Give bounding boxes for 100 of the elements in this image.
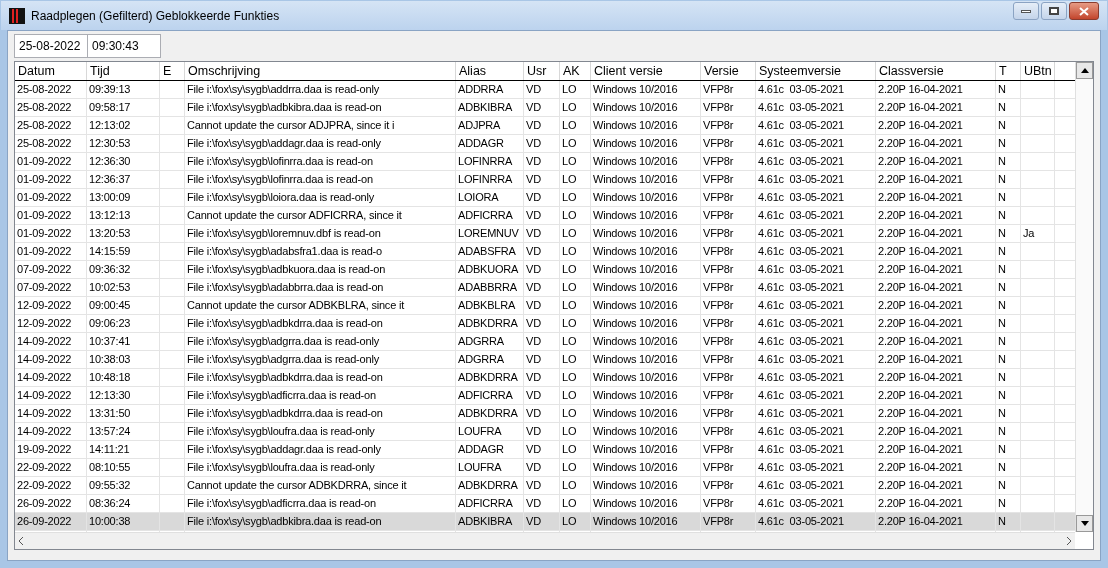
table-row[interactable]: 22-09-2022 09:55:32 Cannot update the cursor ADBKDRRA, since it ADBKDRRA VD LO Windows 10/2016 VFP8r 4.61c 03-05-2021 2.20P 16-04-2021 N [15, 477, 1075, 495]
table-cell-text: 12:30:53 [89, 136, 131, 152]
table-cell-text: 2.20P 16-04-2021 [878, 100, 963, 116]
column-header[interactable]: Alias [456, 62, 524, 80]
table-row[interactable]: 25-08-2022 12:13:02 Cannot update the cursor ADJPRA, since it i ADJPRA VD LO Windows 10/2016 VFP8r 4.61c 03-05-2021 2.20P 16-04-2021 N [15, 117, 1075, 135]
table-cell-text: VFP8r [703, 496, 734, 512]
table-cell-text: Windows 10/2016 [593, 82, 678, 98]
column-header[interactable]: UBtn [1021, 62, 1055, 80]
table-row[interactable]: 14-09-2022 10:38:03 File i:\fox\sy\sygb\adgrra.daa is read-only ADGRRA VD LO Windows 10/2016 VFP8r 4.61c 03-05-2021 2.20P 16-04-2021 N [15, 351, 1075, 369]
table-cell-text: N [998, 244, 1006, 260]
close-button[interactable] [1069, 2, 1099, 20]
table-cell-text: 2.20P 16-04-2021 [878, 280, 963, 296]
table-cell-text: 4.61c 03-05-2021 [758, 388, 844, 404]
table-row[interactable]: 25-08-2022 12:30:53 File i:\fox\sy\sygb\addagr.daa is read-only ADDAGR VD LO Windows 10/2016 VFP8r 4.61c 03-05-2021 2.20P 16-04-2021 N [15, 135, 1075, 153]
table-cell-text: 2.20P 16-04-2021 [878, 496, 963, 512]
table-row[interactable]: 07-09-2022 10:02:53 File i:\fox\sy\sygb\adabbrra.daa is read-on ADABBRRA VD LO Windows 10/2016 VFP8r 4.61c 03-05-2021 2.20P 16-04-2021 N [15, 279, 1075, 297]
minimize-button[interactable] [1013, 2, 1039, 20]
table-cell-text: 01-09-2022 [17, 154, 72, 170]
table-cell-text: N [998, 136, 1006, 152]
table-cell-text: N [998, 496, 1006, 512]
table-cell-text: 01-09-2022 [17, 172, 72, 188]
table-cell-text: VFP8r [703, 154, 734, 170]
table-cell-text: Cannot update the cursor ADJPRA, since it i [187, 118, 395, 134]
table-row[interactable]: 25-08-2022 09:39:13 File i:\fox\sy\sygb\addrra.daa is read-only ADDRRA VD LO Windows 10/2016 VFP8r 4.61c 03-05-2021 2.20P 16-04-2021 N [15, 81, 1075, 99]
table-row[interactable]: 07-09-2022 09:36:32 File i:\fox\sy\sygb\adbkuora.daa is read-on ADBKUORA VD LO Windows 10/2016 VFP8r 4.61c 03-05-2021 2.20P 16-04-2021 N [15, 261, 1075, 279]
table-cell-text: Windows 10/2016 [593, 496, 678, 512]
table-row[interactable]: 01-09-2022 13:12:13 Cannot update the cursor ADFICRRA, since it ADFICRRA VD LO Windows 10/2016 VFP8r 4.61c 03-05-2021 2.20P 16-04-2021 N [15, 207, 1075, 225]
column-header[interactable]: Usr [524, 62, 560, 80]
table-row[interactable]: 01-09-2022 12:36:37 File i:\fox\sy\sygb\lofinrra.daa is read-on LOFINRRA VD LO Windows 10/2016 VFP8r 4.61c 03-05-2021 2.20P 16-04-2021 N [15, 171, 1075, 189]
table-cell-text: Windows 10/2016 [593, 316, 678, 332]
table-cell-text: LO [562, 226, 577, 242]
table-cell-text: File i:\fox\sy\sygb\adbkuora.daa is read-on [187, 262, 386, 278]
column-header[interactable]: Systeemversie [756, 62, 876, 80]
table-cell-text: VD [526, 226, 541, 242]
scroll-left-icon [19, 537, 24, 545]
table-cell-text: LO [562, 280, 577, 296]
maximize-button[interactable] [1041, 2, 1067, 20]
table-cell-text: 4.61c 03-05-2021 [758, 316, 844, 332]
table-cell-text: Windows 10/2016 [593, 388, 678, 404]
table-cell-text: Windows 10/2016 [593, 190, 678, 206]
table-cell-text: 2.20P 16-04-2021 [878, 334, 963, 350]
column-header[interactable]: Omschrijving [185, 62, 456, 80]
table-row[interactable]: 01-09-2022 12:36:30 File i:\fox\sy\sygb\lofinrra.daa is read-on LOFINRRA VD LO Windows 10/2016 VFP8r 4.61c 03-05-2021 2.20P 16-04-2021 N [15, 153, 1075, 171]
table-cell-text: LO [562, 460, 577, 476]
table-cell-text: 2.20P 16-04-2021 [878, 352, 963, 368]
table-cell-text: File i:\fox\sy\sygb\adabsfra1.daa is read-o [187, 244, 382, 260]
table-cell-text: 4.61c 03-05-2021 [758, 262, 844, 278]
table-row[interactable]: 22-09-2022 08:10:55 File i:\fox\sy\sygb\loufra.daa is read-only LOUFRA VD LO Windows 10/2016 VFP8r 4.61c 03-05-2021 2.20P 16-04-2021 N [15, 459, 1075, 477]
window-title: Raadplegen (Gefilterd) Geblokkeerde Funkties [31, 7, 280, 25]
table-cell-text: 4.61c 03-05-2021 [758, 460, 844, 476]
table-cell-text: VFP8r [703, 478, 734, 494]
table-cell-text: 4.61c 03-05-2021 [758, 406, 844, 422]
column-header[interactable]: Versie [701, 62, 756, 80]
column-header[interactable]: T [996, 62, 1021, 80]
table-cell-text: LOIORA [458, 190, 499, 206]
vertical-scrollbar[interactable] [1075, 62, 1093, 532]
table-row[interactable]: 12-09-2022 09:00:45 Cannot update the cursor ADBKBLRA, since it ADBKBLRA VD LO Windows 10/2016 VFP8r 4.61c 03-05-2021 2.20P 16-04-2021 N [15, 297, 1075, 315]
close-icon [1079, 6, 1089, 16]
table-cell-text: LO [562, 208, 577, 224]
table-cell-text: N [998, 478, 1006, 494]
table-cell-text: File i:\fox\sy\sygb\adficrra.daa is read-on [187, 388, 376, 404]
table-cell-text: Windows 10/2016 [593, 226, 678, 242]
table-row[interactable]: 01-09-2022 13:20:53 File i:\fox\sy\sygb\loremnuv.dbf is read-on LOREMNUV VD LO Windows 10/2016 VFP8r 4.61c 03-05-2021 2.20P 16-04-2021 N Ja [15, 225, 1075, 243]
column-header[interactable]: AK [560, 62, 591, 80]
table-cell-text: LO [562, 136, 577, 152]
table-row[interactable]: 14-09-2022 10:37:41 File i:\fox\sy\sygb\adgrra.daa is read-only ADGRRA VD LO Windows 10/2016 VFP8r 4.61c 03-05-2021 2.20P 16-04-2021 N [15, 333, 1075, 351]
table-cell-text: 13:20:53 [89, 226, 131, 242]
table-cell-text: LO [562, 172, 577, 188]
column-header[interactable]: Datum [15, 62, 87, 80]
table-cell-text: File i:\fox\sy\sygb\adbkibra.daa is read-on [187, 514, 382, 530]
table-row[interactable]: 26-09-2022 10:00:38 File i:\fox\sy\sygb\adbkibra.daa is read-on ADBKIBRA VD LO Windows 10/2016 VFP8r 4.61c 03-05-2021 2.20P 16-04-2021 N [15, 513, 1075, 531]
scroll-down-button[interactable] [1076, 515, 1093, 532]
table-cell-text: VD [526, 118, 541, 134]
column-header[interactable]: Tijd [87, 62, 160, 80]
horizontal-scrollbar[interactable] [15, 532, 1075, 549]
table-cell-text: N [998, 334, 1006, 350]
table-cell-text: VD [526, 334, 541, 350]
table-cell-text: 10:38:03 [89, 352, 131, 368]
table-cell-text: LOUFRA [458, 460, 502, 476]
table-row[interactable]: 14-09-2022 10:48:18 File i:\fox\sy\sygb\adbkdrra.daa is read-on ADBKDRRA VD LO Windows 10/2016 VFP8r 4.61c 03-05-2021 2.20P 16-04-2021 N [15, 369, 1075, 387]
table-cell-text: File i:\fox\sy\sygb\lofinrra.daa is read-on [187, 154, 373, 170]
table-cell-text: VFP8r [703, 208, 734, 224]
table-row[interactable]: 14-09-2022 13:57:24 File i:\fox\sy\sygb\loufra.daa is read-only LOUFRA VD LO Windows 10/2016 VFP8r 4.61c 03-05-2021 2.20P 16-04-2021 N [15, 423, 1075, 441]
table-row[interactable]: 25-08-2022 09:58:17 File i:\fox\sy\sygb\adbkibra.daa is read-on ADBKIBRA VD LO Windows 10/2016 VFP8r 4.61c 03-05-2021 2.20P 16-04-2021 N [15, 99, 1075, 117]
column-header[interactable]: E [160, 62, 185, 80]
table-cell-text: VD [526, 460, 541, 476]
table-cell-text: VFP8r [703, 226, 734, 242]
table-row[interactable]: 19-09-2022 14:11:21 File i:\fox\sy\sygb\addagr.daa is read-only ADDAGR VD LO Windows 10/2016 VFP8r 4.61c 03-05-2021 2.20P 16-04-2021 N [15, 441, 1075, 459]
column-header[interactable]: Classversie [876, 62, 996, 80]
table-row[interactable]: 14-09-2022 12:13:30 File i:\fox\sy\sygb\adficrra.daa is read-on ADFICRRA VD LO Windows 10/2016 VFP8r 4.61c 03-05-2021 2.20P 16-04-2021 N [15, 387, 1075, 405]
table-row[interactable]: 01-09-2022 13:00:09 File i:\fox\sy\sygb\loiora.daa is read-only LOIORA VD LO Windows 10/2016 VFP8r 4.61c 03-05-2021 2.20P 16-04-2021 N [15, 189, 1075, 207]
table-cell-text: 2.20P 16-04-2021 [878, 460, 963, 476]
table-cell-text: LO [562, 478, 577, 494]
table-row[interactable]: 01-09-2022 14:15:59 File i:\fox\sy\sygb\adabsfra1.daa is read-o ADABSFRA VD LO Windows 10/2016 VFP8r 4.61c 03-05-2021 2.20P 16-04-2021 N [15, 243, 1075, 261]
scroll-up-button[interactable] [1076, 62, 1093, 79]
table-row[interactable]: 12-09-2022 09:06:23 File i:\fox\sy\sygb\adbkdrra.daa is read-on ADBKDRRA VD LO Windows 10/2016 VFP8r 4.61c 03-05-2021 2.20P 16-04-2021 N [15, 315, 1075, 333]
table-row[interactable]: 14-09-2022 13:31:50 File i:\fox\sy\sygb\adbkdrra.daa is read-on ADBKDRRA VD LO Windows 10/2016 VFP8r 4.61c 03-05-2021 2.20P 16-04-2021 N [15, 405, 1075, 423]
table-cell-text: Windows 10/2016 [593, 280, 678, 296]
column-header[interactable]: Client versie [591, 62, 701, 80]
table-row[interactable]: 26-09-2022 08:36:24 File i:\fox\sy\sygb\adficrra.daa is read-on ADFICRRA VD LO Windows 10/2016 VFP8r 4.61c 03-05-2021 2.20P 16-04-2021 N [15, 495, 1075, 513]
